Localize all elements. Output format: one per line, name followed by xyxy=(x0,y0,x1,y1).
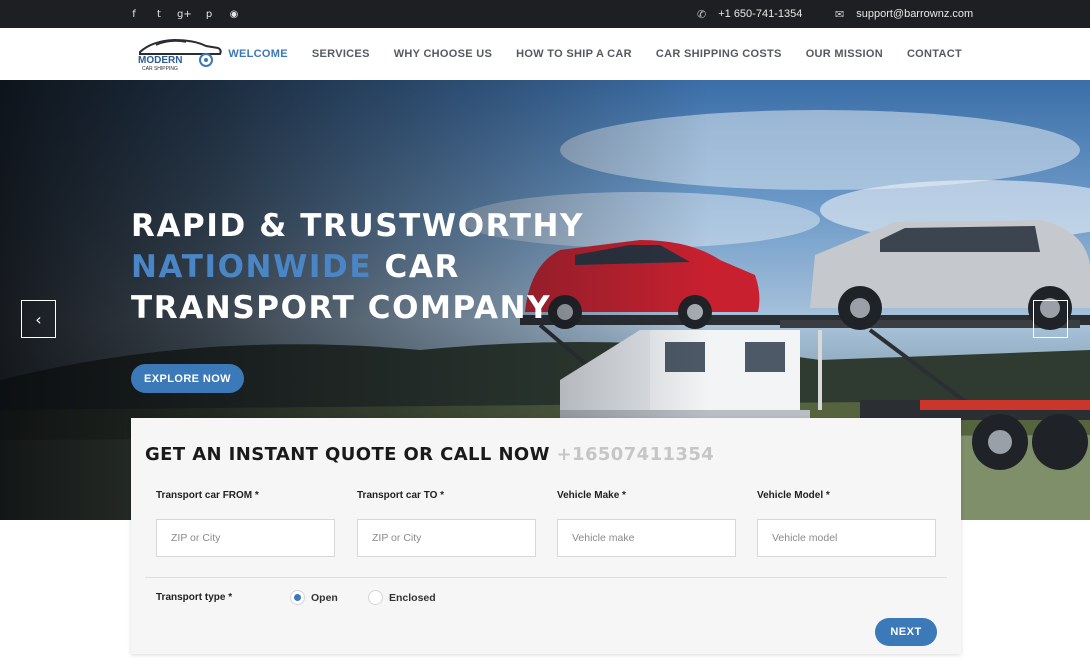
transport-type-label: Transport type * xyxy=(156,592,233,603)
radio-enclosed-label[interactable]: Enclosed xyxy=(389,592,436,604)
to-input[interactable] xyxy=(357,519,536,557)
email-address[interactable]: support@barrownz.com xyxy=(856,8,973,20)
make-label: Vehicle Make * xyxy=(557,490,626,501)
facebook-icon[interactable]: f xyxy=(127,9,141,20)
model-label: Vehicle Model * xyxy=(757,490,830,501)
social-links: f t g+ p ◉ xyxy=(127,0,241,28)
phone-number[interactable]: +1 650-741-1354 xyxy=(718,8,802,20)
rss-icon[interactable]: ◉ xyxy=(227,9,241,20)
logo-subtitle: CAR SHIPPING xyxy=(142,66,178,72)
from-input[interactable] xyxy=(156,519,335,557)
radio-open[interactable]: Open xyxy=(290,590,338,605)
headline-highlight: NATIONWIDE xyxy=(131,249,373,285)
nav-welcome[interactable]: WELCOME xyxy=(228,48,288,60)
next-button[interactable]: NEXT xyxy=(875,618,937,646)
top-bar: f t g+ p ◉ ✆ +1 650-741-1354 ✉ support@b… xyxy=(0,0,1090,28)
radio-open-dot[interactable] xyxy=(290,590,305,605)
make-input[interactable] xyxy=(557,519,736,557)
site-logo[interactable]: MODERN CAR SHIPPING xyxy=(134,36,224,72)
nav-why-choose-us[interactable]: WHY CHOOSE US xyxy=(394,48,492,60)
hero-headline: RAPID & TRUSTWORTHY NATIONWIDE CAR TRANS… xyxy=(131,206,584,329)
quote-phone[interactable]: +16507411354 xyxy=(557,444,715,465)
nav-services[interactable]: SERVICES xyxy=(312,48,370,60)
mail-icon: ✉ xyxy=(835,7,845,21)
prev-slide-button[interactable]: ‹ xyxy=(21,300,56,338)
nav-our-mission[interactable]: OUR MISSION xyxy=(806,48,883,60)
nav-contact[interactable]: CONTACT xyxy=(907,48,962,60)
next-slide-button[interactable] xyxy=(1033,300,1068,338)
radio-enclosed-dot[interactable] xyxy=(368,590,383,605)
from-label: Transport car FROM * xyxy=(156,490,259,501)
twitter-icon[interactable]: t xyxy=(152,9,166,20)
quote-title-text: GET AN INSTANT QUOTE OR CALL NOW xyxy=(145,444,557,465)
quote-title: GET AN INSTANT QUOTE OR CALL NOW +165074… xyxy=(145,444,714,465)
primary-nav: WELCOME SERVICES WHY CHOOSE US HOW TO SH… xyxy=(228,28,962,80)
instant-quote-form: GET AN INSTANT QUOTE OR CALL NOW +165074… xyxy=(131,418,961,654)
main-navbar: MODERN CAR SHIPPING WELCOME SERVICES WHY… xyxy=(0,28,1090,80)
google-plus-icon[interactable]: g+ xyxy=(177,9,192,20)
radio-open-label[interactable]: Open xyxy=(311,592,338,604)
chevron-left-icon: ‹ xyxy=(35,309,42,329)
headline-line-2-rest: CAR xyxy=(372,249,460,285)
logo-title: MODERN xyxy=(138,55,182,66)
headline-line-2: NATIONWIDE CAR xyxy=(131,247,584,288)
form-divider xyxy=(145,577,947,578)
email-contact[interactable]: ✉ support@barrownz.com xyxy=(835,0,973,28)
headline-line-1: RAPID & TRUSTWORTHY xyxy=(131,208,585,244)
phone-contact[interactable]: ✆ +1 650-741-1354 xyxy=(697,0,802,28)
pinterest-icon[interactable]: p xyxy=(202,9,216,20)
nav-shipping-costs[interactable]: CAR SHIPPING COSTS xyxy=(656,48,782,60)
phone-icon: ✆ xyxy=(697,7,707,21)
to-label: Transport car TO * xyxy=(357,490,445,501)
explore-now-button[interactable]: EXPLORE NOW xyxy=(131,364,244,393)
nav-how-to-ship[interactable]: HOW TO SHIP A CAR xyxy=(516,48,632,60)
radio-enclosed[interactable]: Enclosed xyxy=(368,590,436,605)
headline-line-3: TRANSPORT COMPANY xyxy=(131,290,552,326)
model-input[interactable] xyxy=(757,519,936,557)
